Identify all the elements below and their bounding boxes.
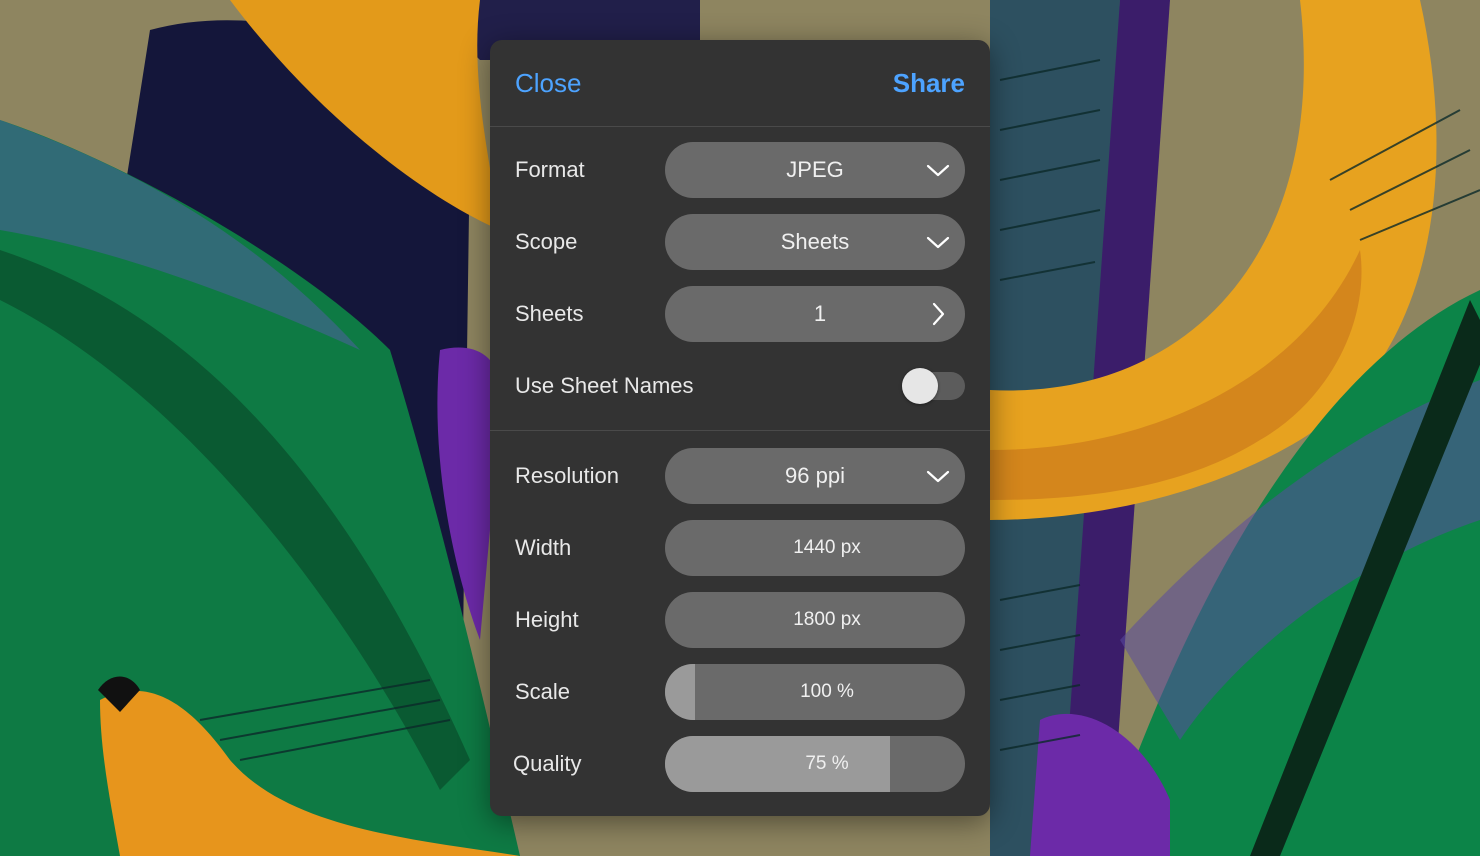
- scale-row: Scale 100 %: [490, 664, 990, 720]
- scope-label: Scope: [515, 229, 578, 254]
- scope-value: Sheets: [780, 229, 850, 254]
- chevron-down-icon: [926, 236, 950, 249]
- height-value: 1800 px: [793, 609, 861, 630]
- format-row: Format JPEG: [490, 142, 990, 198]
- quality-row: Quality 75 %: [490, 736, 990, 792]
- quality-slider[interactable]: 75 %: [665, 736, 965, 792]
- chevron-down-icon: [926, 470, 950, 483]
- panel-header: Close Share: [490, 40, 990, 126]
- scale-label: Scale: [515, 679, 571, 704]
- resolution-label: Resolution: [515, 463, 619, 488]
- height-label: Height: [515, 607, 579, 632]
- resolution-row: Resolution 96 ppi: [490, 448, 990, 504]
- scale-value: 100 %: [800, 681, 854, 702]
- quality-label: Quality: [513, 751, 582, 776]
- format-label: Format: [515, 157, 585, 182]
- width-value: 1440 px: [793, 537, 861, 558]
- format-dropdown[interactable]: JPEG: [665, 142, 965, 198]
- chevron-right-icon: [932, 302, 945, 326]
- toggle-knob: [902, 368, 938, 404]
- format-value: JPEG: [786, 157, 844, 182]
- share-button[interactable]: Share: [893, 66, 965, 100]
- scope-row: Scope Sheets: [490, 214, 990, 270]
- use-sheet-names-toggle[interactable]: [902, 368, 965, 404]
- sheets-label: Sheets: [515, 301, 584, 326]
- sheets-value: 1: [813, 301, 827, 326]
- close-button[interactable]: Close: [515, 66, 581, 100]
- width-row: Width 1440 px: [490, 520, 990, 576]
- height-row: Height 1800 px: [490, 592, 990, 648]
- use-sheet-names-label: Use Sheet Names: [515, 373, 694, 398]
- sheets-selector[interactable]: 1: [665, 286, 965, 342]
- scope-dropdown[interactable]: Sheets: [665, 214, 965, 270]
- section-divider: [490, 430, 990, 431]
- chevron-down-icon: [926, 164, 950, 177]
- use-sheet-names-row: Use Sheet Names: [490, 358, 990, 414]
- resolution-dropdown[interactable]: 96 ppi: [665, 448, 965, 504]
- resolution-value: 96 ppi: [785, 463, 845, 488]
- header-divider: [490, 126, 990, 127]
- scale-slider[interactable]: 100 %: [665, 664, 965, 720]
- quality-value: 75 %: [805, 753, 849, 774]
- width-label: Width: [515, 535, 572, 560]
- sheets-row: Sheets 1: [490, 286, 990, 342]
- height-field[interactable]: 1800 px: [665, 592, 965, 648]
- width-field[interactable]: 1440 px: [665, 520, 965, 576]
- export-settings-panel: Close Share Format JPEG Scope Sheets She…: [490, 40, 990, 816]
